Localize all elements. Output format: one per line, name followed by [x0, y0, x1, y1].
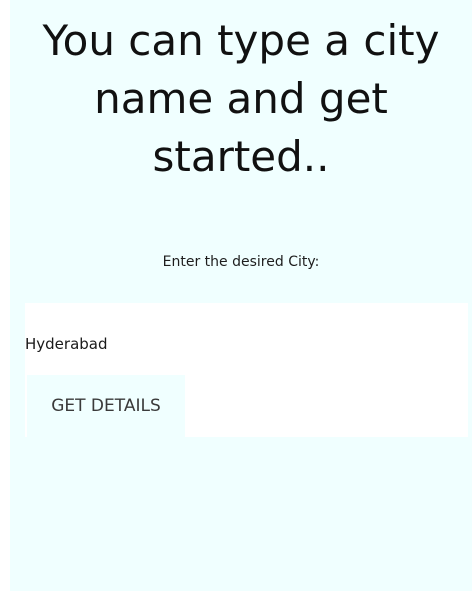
- search-card: GET DETAILS: [25, 303, 468, 437]
- city-input[interactable]: [25, 303, 468, 373]
- get-details-button[interactable]: GET DETAILS: [27, 375, 185, 437]
- city-prompt-label: Enter the desired City:: [162, 254, 320, 270]
- app-screen: You can type a city name and get started…: [10, 0, 472, 591]
- page-title: You can type a city name and get started…: [42, 16, 440, 181]
